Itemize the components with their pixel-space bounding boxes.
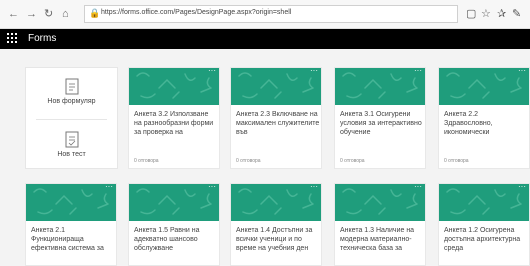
form-card[interactable]: ··· Анкета 1.5 Равни на адекватно шансов… [128, 183, 220, 266]
address-bar[interactable]: 🔒 https://forms.office.com/Pages/DesignP… [84, 5, 458, 23]
reading-view-icon[interactable]: ▢ [466, 7, 476, 21]
app-name[interactable]: Forms [28, 33, 56, 44]
form-title: Анкета 3.2 Използване на разнообразни фо… [134, 111, 214, 136]
new-form-label: Нов формуляр [47, 98, 96, 105]
thumbnail-pattern [342, 188, 418, 215]
pen-icon[interactable]: ✎ [512, 7, 521, 21]
form-thumbnail: ··· [439, 68, 529, 105]
thumbnail-pattern [238, 188, 314, 215]
form-title: Анкета 3.1 Осигурени условия за интеракт… [340, 111, 422, 136]
refresh-icon[interactable]: ↻ [44, 7, 53, 21]
form-thumbnail: ··· [231, 68, 321, 105]
more-options-icon[interactable]: ··· [105, 184, 113, 191]
app-bar: Forms [0, 29, 530, 49]
new-quiz-icon [65, 131, 78, 148]
form-title: Анкета 2.1 Функционираща ефективна систе… [31, 227, 104, 252]
app-launcher-icon[interactable] [6, 32, 18, 44]
thumbnail-pattern [33, 188, 109, 215]
more-options-icon[interactable]: ··· [208, 68, 216, 75]
more-options-icon[interactable]: ··· [414, 184, 422, 191]
form-title: Анкета 1.2 Осигурена достъпна архитектур… [444, 227, 521, 252]
form-thumbnail: ··· [335, 68, 425, 105]
form-card[interactable]: ··· Анкета 2.2 Здравословно, икономическ… [438, 67, 530, 169]
form-title: Анкета 1.3 Наличие на модерна материално… [340, 227, 415, 252]
home-icon[interactable]: ⌂ [62, 7, 69, 21]
response-count: 0 отговора [134, 158, 159, 164]
form-thumbnail: ··· [129, 68, 219, 105]
form-card[interactable]: ··· Анкета 1.3 Наличие на модерна матери… [334, 183, 426, 266]
form-card[interactable]: ··· Анкета 3.2 Използване на разнообразн… [128, 67, 220, 169]
form-card[interactable]: ··· Анкета 1.2 Осигурена достъпна архите… [438, 183, 530, 266]
more-options-icon[interactable]: ··· [518, 184, 526, 191]
form-title: Анкета 2.2 Здравословно, икономически [444, 111, 493, 136]
response-count: 0 отговора [444, 158, 469, 164]
thumbnail-pattern [446, 188, 522, 215]
form-thumbnail: ··· [26, 184, 116, 221]
back-arrow-icon[interactable]: ← [8, 7, 19, 21]
more-options-icon[interactable]: ··· [208, 184, 216, 191]
form-card[interactable]: ··· Анкета 3.1 Осигурени условия за инте… [334, 67, 426, 169]
forward-arrow-icon[interactable]: → [26, 7, 37, 21]
more-options-icon[interactable]: ··· [414, 68, 422, 75]
new-form-icon [65, 78, 78, 95]
form-title: Анкета 1.4 Достъпни за всички ученици и … [236, 227, 313, 252]
form-card[interactable]: ··· Анкета 1.4 Достъпни за всички учениц… [230, 183, 322, 266]
response-count: 0 отговора [236, 158, 261, 164]
favorites-bar-icon[interactable]: ✰ [497, 7, 506, 21]
thumbnail-pattern [342, 72, 418, 99]
new-quiz-button[interactable]: Нов тест [26, 131, 117, 158]
new-card: Нов формуляр Нов тест [25, 67, 118, 169]
form-title: Анкета 1.5 Равни на адекватно шансово об… [134, 227, 200, 252]
thumbnail-pattern [446, 72, 522, 99]
form-thumbnail: ··· [231, 184, 321, 221]
divider [36, 119, 107, 120]
browser-toolbar: ← → ↻ ⌂ 🔒 https://forms.office.com/Pages… [0, 0, 530, 29]
thumbnail-pattern [136, 188, 212, 215]
form-thumbnail: ··· [335, 184, 425, 221]
address-text: https://forms.office.com/Pages/DesignPag… [101, 9, 292, 16]
form-card[interactable]: ··· Анкета 2.3 Включване на максимален с… [230, 67, 322, 169]
lock-icon: 🔒 [89, 8, 101, 18]
new-quiz-label: Нов тест [57, 151, 86, 158]
more-options-icon[interactable]: ··· [310, 68, 318, 75]
form-card[interactable]: ··· Анкета 2.1 Функционираща ефективна с… [25, 183, 117, 266]
more-options-icon[interactable]: ··· [310, 184, 318, 191]
form-thumbnail: ··· [129, 184, 219, 221]
form-thumbnail: ··· [439, 184, 529, 221]
favorite-star-icon[interactable]: ☆ [481, 7, 491, 21]
response-count: 0 отговора [340, 158, 365, 164]
thumbnail-pattern [136, 72, 212, 99]
new-form-button[interactable]: Нов формуляр [26, 78, 117, 105]
thumbnail-pattern [238, 72, 314, 99]
more-options-icon[interactable]: ··· [518, 68, 526, 75]
form-title: Анкета 2.3 Включване на максимален служи… [236, 111, 320, 136]
